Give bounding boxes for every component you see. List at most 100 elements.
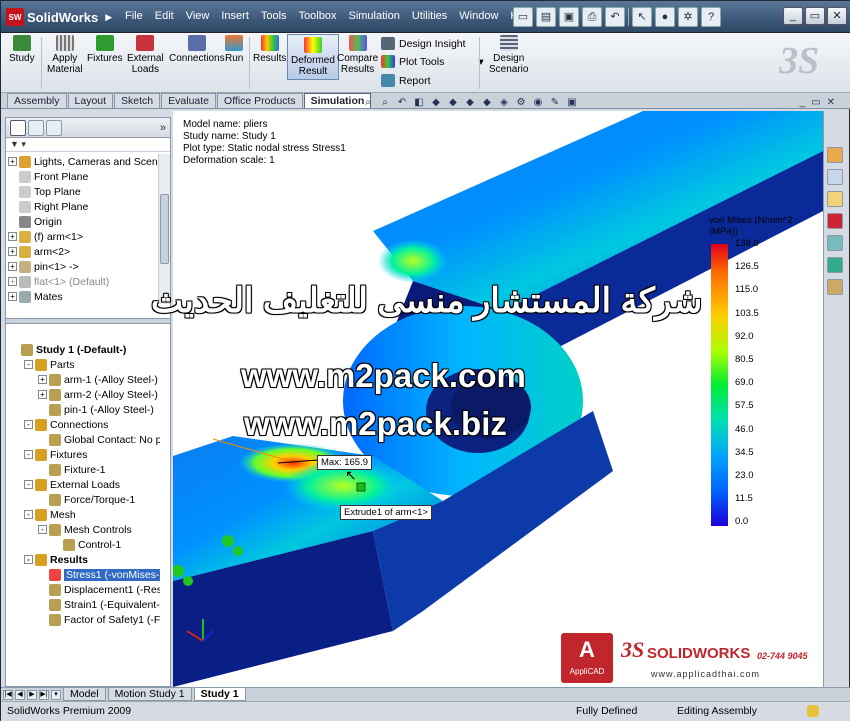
- view-palette-icon[interactable]: [826, 235, 843, 251]
- study-tree-item[interactable]: + arm-2 (-Alloy Steel-): [8, 387, 160, 402]
- graphics-area[interactable]: Model name: pliers Study name: Study 1 P…: [173, 111, 823, 687]
- study-tree-item[interactable]: - Parts: [8, 357, 160, 372]
- tab-office-products[interactable]: Office Products: [217, 93, 303, 108]
- study-tree-item[interactable]: Stress1 (-vonMises-): [8, 567, 160, 582]
- viewport-restore-icon[interactable]: ▭: [811, 97, 820, 108]
- study-tree-item[interactable]: - Mesh Controls: [8, 522, 160, 537]
- expander-icon[interactable]: -: [24, 480, 33, 489]
- expander-icon[interactable]: -: [24, 555, 33, 564]
- expander-icon[interactable]: -: [24, 360, 33, 369]
- feature-tree-item[interactable]: + arm<2>: [6, 244, 158, 259]
- print-icon[interactable]: ⎙: [582, 7, 602, 27]
- feature-tree-item[interactable]: Top Plane: [6, 184, 158, 199]
- open-icon[interactable]: ▤: [536, 7, 556, 27]
- prev-tab-icon[interactable]: ◀: [15, 689, 25, 700]
- view-orientation-icon[interactable]: ◆: [429, 96, 443, 110]
- study-tree-item[interactable]: - Fixtures: [8, 447, 160, 462]
- menu-insert[interactable]: Insert: [215, 10, 255, 22]
- feature-tree-icon[interactable]: [10, 119, 26, 136]
- menu-simulation[interactable]: Simulation: [342, 10, 405, 22]
- screen-capture-icon[interactable]: ▣: [565, 96, 579, 110]
- connections-button[interactable]: Connections: [169, 35, 225, 64]
- home-icon[interactable]: [826, 147, 843, 163]
- undo-icon[interactable]: ↶: [605, 7, 625, 27]
- custom-properties-icon[interactable]: [826, 279, 843, 295]
- tab-study-1[interactable]: Study 1: [193, 688, 246, 701]
- panel-splitter[interactable]: [6, 318, 170, 324]
- deformed-result-button[interactable]: Deformed Result: [287, 34, 339, 80]
- study-tree-item[interactable]: - External Loads: [8, 477, 160, 492]
- expander-icon[interactable]: +: [38, 375, 47, 384]
- expander-icon[interactable]: +: [8, 247, 17, 256]
- menu-file[interactable]: File: [119, 10, 149, 22]
- apply-material-button[interactable]: Apply Material: [47, 35, 83, 75]
- expander-icon[interactable]: +: [8, 262, 17, 271]
- first-tab-icon[interactable]: |◀: [3, 689, 13, 700]
- viewport-close-icon[interactable]: ✕: [827, 97, 835, 108]
- app-menu-arrow-icon[interactable]: ▶: [105, 12, 112, 23]
- menu-window[interactable]: Window: [453, 10, 504, 22]
- study-tree-item[interactable]: + arm-1 (-Alloy Steel-): [8, 372, 160, 387]
- expander-icon[interactable]: -: [24, 420, 33, 429]
- compare-results-button[interactable]: Compare Results: [337, 35, 378, 75]
- study-tree-item[interactable]: pin-1 (-Alloy Steel-): [8, 402, 160, 417]
- study-tree-item[interactable]: Global Contact: No penet: [8, 432, 160, 447]
- search-icon[interactable]: [826, 213, 843, 229]
- feature-tree-item[interactable]: + Mates: [6, 289, 158, 304]
- menu-view[interactable]: View: [180, 10, 216, 22]
- tab-sketch[interactable]: Sketch: [114, 93, 161, 108]
- options-icon[interactable]: ✲: [678, 7, 698, 27]
- study-tree-item[interactable]: Study 1 (-Default-): [8, 342, 160, 357]
- feature-tree-item[interactable]: Right Plane: [6, 199, 158, 214]
- tab-layout[interactable]: Layout: [67, 93, 114, 108]
- appearance-icon[interactable]: ◆: [480, 96, 494, 110]
- more-tabs-icon[interactable]: ▾: [51, 689, 61, 700]
- feature-tree-item[interactable]: + pin<1> ->: [6, 259, 158, 274]
- tab-motion-study[interactable]: Motion Study 1: [107, 688, 192, 701]
- expander-icon[interactable]: -: [38, 525, 47, 534]
- appearances-icon[interactable]: [826, 257, 843, 273]
- run-button[interactable]: Run: [225, 35, 243, 64]
- filter-icon[interactable]: ▼ ▾: [6, 138, 170, 152]
- study-tree-item[interactable]: Force/Torque-1: [8, 492, 160, 507]
- study-tree-item[interactable]: - Connections: [8, 417, 160, 432]
- app-logo[interactable]: SW SolidWorks ▶: [6, 7, 112, 27]
- plot-tools-button[interactable]: Plot Tools ▾: [381, 55, 484, 68]
- design-insight-button[interactable]: Design Insight: [381, 37, 466, 50]
- file-explorer-icon[interactable]: [826, 191, 843, 207]
- expander-icon[interactable]: -: [24, 450, 33, 459]
- zoom-area-icon[interactable]: ⌕: [378, 96, 392, 110]
- previous-view-icon[interactable]: ↶: [395, 96, 409, 110]
- view-settings-icon[interactable]: ⚙: [514, 96, 528, 110]
- rebuild-status-icon[interactable]: [807, 705, 819, 717]
- minimize-icon[interactable]: _: [783, 7, 803, 25]
- lights-icon[interactable]: ✎: [548, 96, 562, 110]
- study-tree-item[interactable]: Factor of Safety1 (-FOS-): [8, 612, 160, 627]
- help-icon[interactable]: ?: [701, 7, 721, 27]
- feature-tree-item[interactable]: + flat<1> (Default): [6, 274, 158, 289]
- rebuild-icon[interactable]: ●: [655, 7, 675, 27]
- config-manager-icon[interactable]: [46, 119, 62, 136]
- feature-tree-item[interactable]: Origin: [6, 214, 158, 229]
- scene-icon[interactable]: ◈: [497, 96, 511, 110]
- render-icon[interactable]: ◉: [531, 96, 545, 110]
- menu-tools[interactable]: Tools: [255, 10, 293, 22]
- feature-tree-item[interactable]: + Lights, Cameras and Scene: [6, 154, 158, 169]
- results-button[interactable]: Results: [253, 35, 286, 64]
- study-tree-item[interactable]: Strain1 (-Equivalent-): [8, 597, 160, 612]
- next-tab-icon[interactable]: ▶: [27, 689, 37, 700]
- restore-icon[interactable]: ▭: [805, 7, 825, 25]
- last-tab-icon[interactable]: ▶|: [39, 689, 49, 700]
- expander-icon[interactable]: -: [24, 510, 33, 519]
- fixtures-button[interactable]: Fixtures: [87, 35, 123, 64]
- expander-icon[interactable]: +: [8, 157, 17, 166]
- design-library-icon[interactable]: [826, 169, 843, 185]
- feature-tree-item[interactable]: Front Plane: [6, 169, 158, 184]
- feature-tree-item[interactable]: + (f) arm<1>: [6, 229, 158, 244]
- property-manager-icon[interactable]: [28, 119, 44, 136]
- section-view-icon[interactable]: ◧: [412, 96, 426, 110]
- external-loads-button[interactable]: External Loads: [127, 35, 164, 75]
- study-tree-item[interactable]: Fixture-1: [8, 462, 160, 477]
- tab-model[interactable]: Model: [63, 688, 106, 701]
- menu-toolbox[interactable]: Toolbox: [293, 10, 343, 22]
